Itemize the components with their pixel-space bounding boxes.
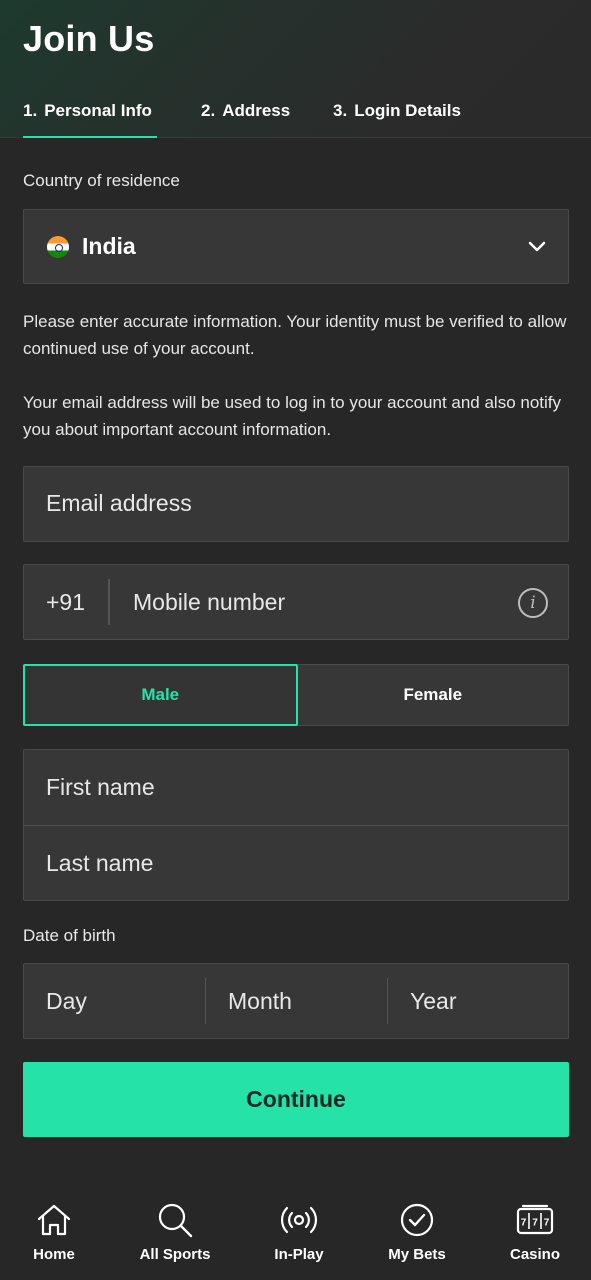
email-placeholder: Email address	[46, 490, 192, 516]
nav-all-sports[interactable]: All Sports	[125, 1200, 225, 1272]
country-value: India	[82, 233, 136, 259]
prefix-divider	[108, 579, 110, 625]
chevron-down-icon	[528, 241, 546, 252]
slot-machine-icon: 7 7 7	[516, 1204, 554, 1235]
phone-prefix: +91	[46, 589, 86, 615]
nav-home[interactable]: Home	[4, 1200, 104, 1272]
page-header: Join Us 1. Personal Info 2. Address 3. L…	[0, 0, 591, 138]
nav-label: In-Play	[274, 1246, 324, 1263]
email-field[interactable]: Email address	[23, 466, 569, 542]
dob-field: Day Month Year	[23, 963, 569, 1039]
checkmark-circle-icon	[400, 1203, 434, 1237]
continue-button[interactable]: Continue	[23, 1062, 569, 1137]
nav-label: All Sports	[139, 1246, 211, 1263]
country-label: Country of residence	[23, 171, 180, 190]
step-tabs: 1. Personal Info 2. Address 3. Login Det…	[0, 94, 591, 138]
nav-label: My Bets	[388, 1246, 446, 1263]
first-name-placeholder: First name	[46, 774, 155, 800]
mobile-field[interactable]: +91 Mobile number i	[23, 564, 569, 640]
tab-label: Address	[222, 101, 291, 120]
nav-casino[interactable]: 7 7 7 Casino	[485, 1200, 585, 1272]
search-icon	[158, 1203, 193, 1238]
broadcast-icon	[280, 1206, 318, 1234]
identity-info-text: Please enter accurate information. Your …	[23, 312, 567, 358]
tab-label: Login Details	[354, 101, 461, 120]
last-name-placeholder: Last name	[46, 850, 154, 876]
dob-label: Date of birth	[23, 926, 116, 945]
gender-male-button[interactable]: Male	[23, 664, 298, 726]
home-icon	[37, 1204, 71, 1236]
dob-day-input[interactable]: Day	[24, 964, 206, 1038]
tab-label: Personal Info	[44, 101, 152, 120]
tab-personal-info[interactable]: 1. Personal Info	[23, 94, 157, 138]
last-name-field[interactable]: Last name	[24, 826, 568, 901]
bottom-nav: Home All Sports In-Play My Bets 7 7 7 Ca…	[0, 1190, 591, 1280]
dob-year-input[interactable]: Year	[388, 964, 568, 1038]
nav-label: Casino	[509, 1246, 560, 1263]
tab-login-details[interactable]: 3. Login Details	[333, 94, 461, 138]
gender-female-button[interactable]: Female	[298, 665, 569, 725]
dob-year-placeholder: Year	[410, 988, 457, 1014]
page-title: Join Us	[23, 18, 155, 59]
email-info-text: Your email address will be used to log i…	[23, 393, 562, 439]
svg-text:7: 7	[521, 1218, 527, 1229]
info-icon[interactable]: i	[518, 588, 548, 618]
dob-month-input[interactable]: Month	[206, 964, 388, 1038]
tab-address[interactable]: 2. Address	[201, 94, 290, 138]
mobile-placeholder: Mobile number	[133, 589, 286, 615]
gender-selector: Male Female	[23, 664, 569, 726]
tab-number: 1.	[23, 101, 38, 120]
nav-in-play[interactable]: In-Play	[249, 1200, 349, 1272]
india-flag-icon	[47, 235, 69, 258]
dob-day-placeholder: Day	[46, 988, 87, 1014]
country-select[interactable]: India	[23, 209, 569, 284]
svg-text:7: 7	[544, 1218, 550, 1229]
nav-my-bets[interactable]: My Bets	[367, 1200, 467, 1272]
nav-label: Home	[33, 1246, 75, 1263]
name-fields: First name Last name	[23, 749, 569, 901]
first-name-field[interactable]: First name	[24, 750, 568, 825]
svg-text:7: 7	[532, 1218, 538, 1229]
tab-number: 3.	[333, 101, 348, 120]
tab-number: 2.	[201, 101, 216, 120]
dob-month-placeholder: Month	[228, 988, 292, 1014]
